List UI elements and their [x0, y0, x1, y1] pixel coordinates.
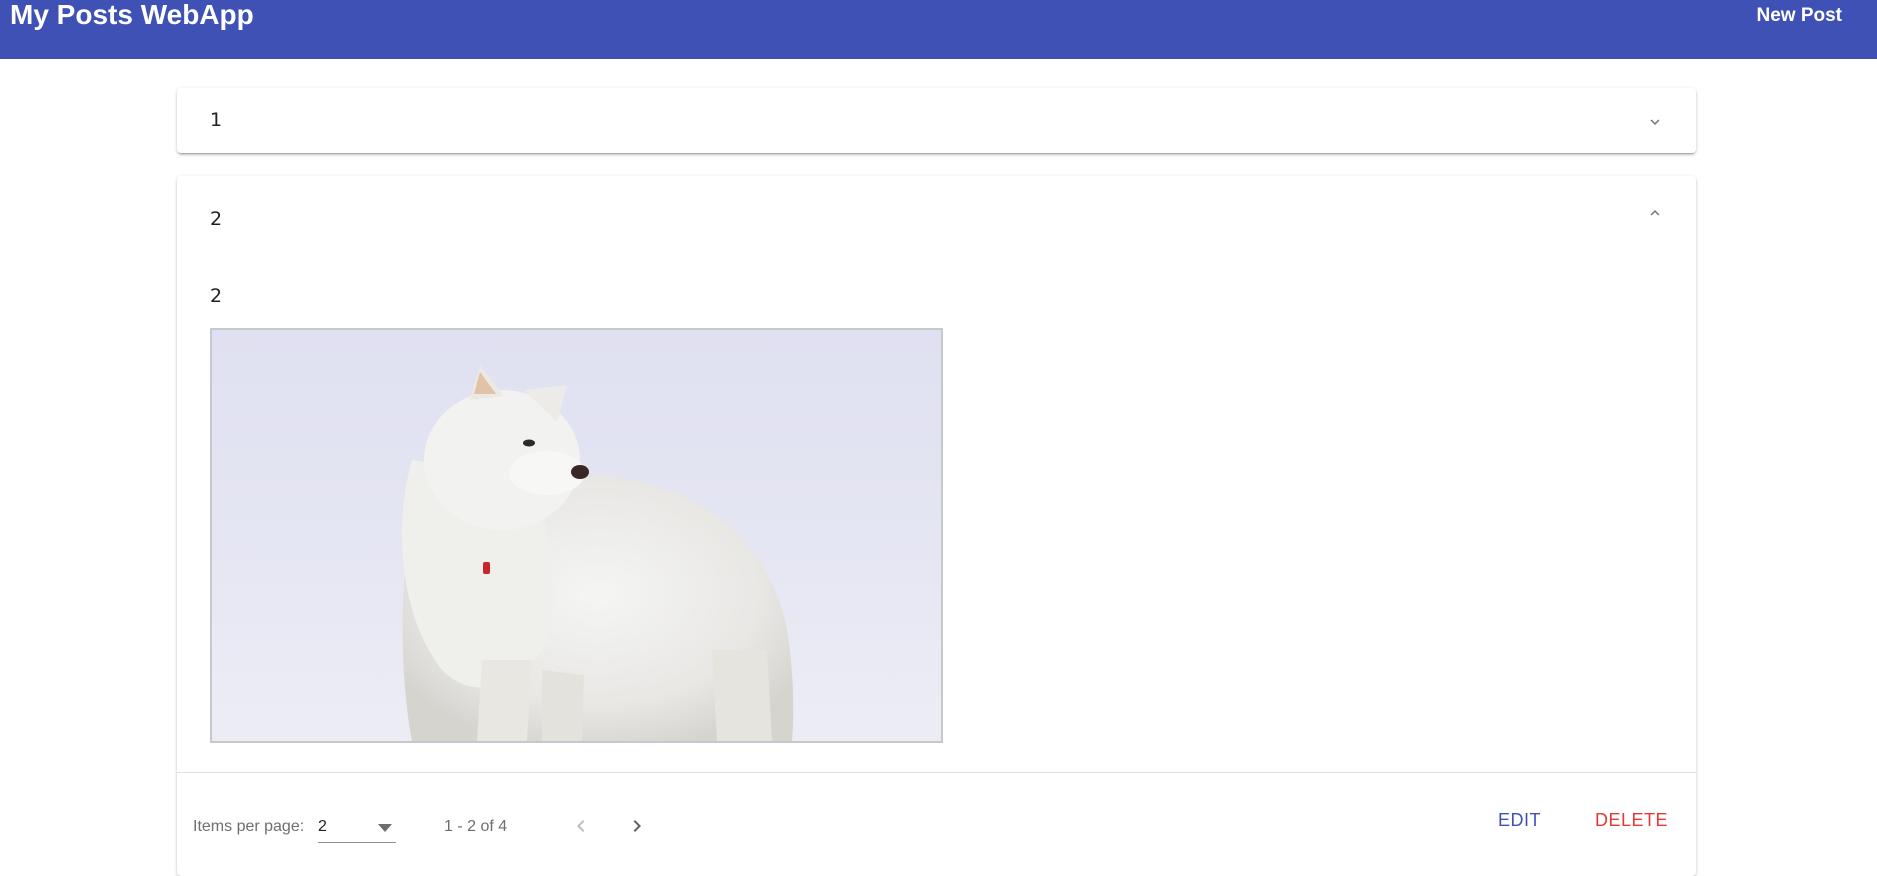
- delete-button[interactable]: DELETE: [1595, 810, 1668, 831]
- post-panel-1: 1: [177, 88, 1696, 153]
- page-range-label: 1 - 2 of 4: [444, 818, 508, 835]
- post-panel-2: 2 2 Items per page: 2 1 - 2 of 4 EDIT DE…: [177, 176, 1696, 876]
- new-post-button[interactable]: New Post: [1756, 4, 1842, 28]
- post-content: 2: [210, 285, 223, 307]
- samoyed-dog-illustration: [402, 365, 794, 741]
- app-title: My Posts WebApp: [10, 0, 254, 30]
- post-title: 1: [210, 109, 223, 131]
- chevron-up-icon[interactable]: [1646, 204, 1664, 222]
- page-size-value: 2: [318, 818, 327, 835]
- items-per-page-label: Items per page:: [193, 818, 305, 835]
- page-size-select[interactable]: 2: [318, 812, 396, 843]
- chevron-down-icon[interactable]: [1646, 113, 1664, 131]
- post-image: [210, 328, 943, 743]
- edit-button[interactable]: EDIT: [1498, 810, 1541, 831]
- post-panel-1-header[interactable]: 1: [177, 88, 1696, 153]
- chevron-right-icon[interactable]: [625, 814, 649, 838]
- post-panel-2-header[interactable]: 2: [177, 176, 1696, 260]
- paginator: Items per page: 2 1 - 2 of 4: [177, 812, 877, 862]
- chevron-left-icon[interactable]: [569, 814, 593, 838]
- dropdown-arrow-icon: [378, 824, 392, 832]
- panel-divider: [177, 772, 1696, 773]
- post-title: 2: [210, 208, 223, 230]
- top-toolbar: My Posts WebApp New Post: [0, 0, 1877, 59]
